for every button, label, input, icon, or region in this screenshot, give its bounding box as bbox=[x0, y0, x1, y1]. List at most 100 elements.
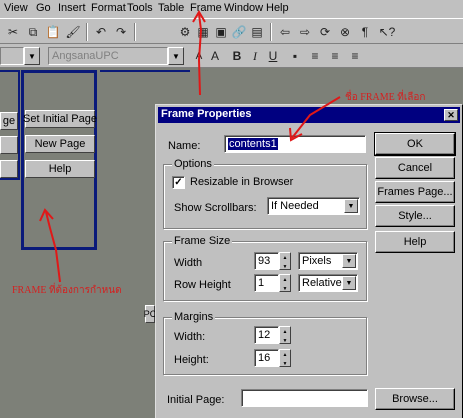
row-height-unit-value: Relative bbox=[302, 277, 342, 289]
align-center-icon[interactable]: ≡ bbox=[326, 47, 344, 65]
spin-down-icon[interactable]: ▼ bbox=[280, 262, 290, 271]
frame-name-input[interactable]: contents1 bbox=[224, 135, 366, 153]
toolbar-separator bbox=[86, 23, 88, 41]
toolbar-separator bbox=[134, 23, 136, 41]
dialog-title: Frame Properties bbox=[158, 107, 460, 123]
cancel-button[interactable]: Cancel bbox=[375, 157, 455, 179]
menu-window[interactable]: Window bbox=[224, 2, 263, 14]
frame-size-group: Frame Size bbox=[163, 235, 367, 301]
italic-button[interactable]: I bbox=[246, 47, 264, 65]
width-unit-value: Pixels bbox=[302, 255, 332, 267]
cut-icon[interactable]: ✂ bbox=[4, 23, 22, 41]
menu-insert[interactable]: Insert bbox=[58, 2, 86, 14]
help-frame-button[interactable]: Help bbox=[25, 160, 95, 178]
chevron-down-icon[interactable]: ▼ bbox=[342, 254, 356, 268]
menu-format[interactable]: Format bbox=[91, 2, 126, 14]
width-input[interactable]: 93 bbox=[254, 252, 279, 270]
grid-icon[interactable]: ▤ bbox=[248, 23, 266, 41]
stop-icon[interactable]: ⊗ bbox=[336, 23, 354, 41]
partial-frame-button[interactable] bbox=[0, 160, 18, 178]
spin-down-icon[interactable]: ▼ bbox=[280, 359, 290, 368]
refresh-icon[interactable]: ⟳ bbox=[316, 23, 334, 41]
style-dropdown[interactable] bbox=[0, 47, 24, 65]
redo-icon[interactable]: ↷ bbox=[112, 23, 130, 41]
margin-height-label: Height: bbox=[174, 354, 209, 366]
frame-size-group-title: Frame Size bbox=[172, 235, 233, 247]
set-initial-page-button[interactable]: Set Initial Page bbox=[23, 110, 97, 128]
width-unit-select[interactable]: Pixels ▼ bbox=[298, 252, 358, 270]
initial-page-label: Initial Page: bbox=[167, 394, 225, 406]
hyperlink-icon[interactable]: 🔗 bbox=[230, 23, 248, 41]
margin-height-input[interactable]: 16 bbox=[254, 349, 279, 367]
help-pointer-icon[interactable]: ↖? bbox=[378, 23, 396, 41]
resizable-checkbox[interactable]: ✓ bbox=[172, 176, 185, 189]
paragraph-icon[interactable]: ¶ bbox=[356, 23, 374, 41]
chevron-down-icon[interactable]: ▼ bbox=[168, 47, 184, 65]
browse-button[interactable]: Browse... bbox=[375, 388, 455, 410]
bold-button[interactable]: B bbox=[228, 47, 246, 65]
resizable-label: Resizable in Browser bbox=[190, 176, 294, 188]
paste-icon[interactable]: 📋 bbox=[44, 23, 62, 41]
menu-frame[interactable]: Frame bbox=[190, 2, 222, 14]
spin-down-icon[interactable]: ▼ bbox=[280, 336, 290, 345]
margin-width-label: Width: bbox=[174, 331, 206, 343]
width-label: Width bbox=[174, 257, 203, 269]
spin-down-icon[interactable]: ▼ bbox=[280, 284, 290, 293]
menu-bar: View Go Insert Format Tools Table Frame … bbox=[0, 0, 463, 18]
margin-width-spinner[interactable]: ▲ ▼ bbox=[279, 326, 291, 344]
width-spinner[interactable]: ▲ ▼ bbox=[279, 252, 291, 270]
align-right-icon[interactable]: ≡ bbox=[346, 47, 364, 65]
font-color-icon[interactable]: ▪ bbox=[286, 47, 304, 65]
back-arrow-icon[interactable]: ⇦ bbox=[276, 23, 294, 41]
menu-tools[interactable]: Tools bbox=[127, 2, 153, 14]
margin-height-spinner[interactable]: ▲ ▼ bbox=[279, 349, 291, 367]
spin-up-icon[interactable]: ▲ bbox=[280, 350, 290, 359]
menu-view[interactable]: View bbox=[4, 2, 28, 14]
frame-target-annotation: FRAME ที่ต้องการกำหนด bbox=[12, 285, 122, 296]
forward-arrow-icon[interactable]: ⇨ bbox=[296, 23, 314, 41]
menu-go[interactable]: Go bbox=[36, 2, 51, 14]
increase-font-icon[interactable]: A bbox=[206, 47, 224, 65]
format-painter-icon[interactable]: 🖌 bbox=[64, 23, 82, 41]
margin-width-input[interactable]: 12 bbox=[254, 326, 279, 344]
format-toolbar: ▼ AngsanaUPC ▼ A A B I U ▪ ≡ ≡ ≡ bbox=[0, 44, 463, 68]
chevron-down-icon[interactable]: ▼ bbox=[344, 199, 358, 213]
copy-icon[interactable]: ⧉ bbox=[24, 23, 42, 41]
style-button[interactable]: Style... bbox=[375, 205, 455, 227]
insert-component-icon[interactable]: ⚙ bbox=[176, 23, 194, 41]
underline-button[interactable]: U bbox=[264, 47, 282, 65]
partial-frame-button[interactable]: PC bbox=[144, 305, 156, 323]
partial-frame-button[interactable]: ge bbox=[0, 112, 18, 130]
insert-image-icon[interactable]: ▣ bbox=[212, 23, 230, 41]
help-button[interactable]: Help bbox=[375, 231, 455, 253]
frame-name-value: contents1 bbox=[227, 137, 279, 151]
initial-page-input[interactable] bbox=[241, 389, 368, 407]
options-group-title: Options bbox=[172, 158, 214, 170]
spin-up-icon[interactable]: ▲ bbox=[280, 327, 290, 336]
new-page-button[interactable]: New Page bbox=[25, 135, 95, 153]
insert-table-icon[interactable]: ▦ bbox=[194, 23, 212, 41]
row-height-spinner[interactable]: ▲ ▼ bbox=[279, 274, 291, 292]
ok-button[interactable]: OK bbox=[374, 132, 456, 156]
scrollbars-value: If Needed bbox=[271, 200, 319, 212]
standard-toolbar: ✂ ⧉ 📋 🖌 ↶ ↷ ⚙ ▦ ▣ 🔗 ▤ ⇦ ⇨ ⟳ ⊗ ¶ ↖? bbox=[0, 18, 463, 44]
margins-group-title: Margins bbox=[172, 311, 216, 323]
menu-table[interactable]: Table bbox=[158, 2, 184, 14]
spin-up-icon[interactable]: ▲ bbox=[280, 275, 290, 284]
partial-frame-button[interactable] bbox=[0, 136, 18, 154]
font-dropdown[interactable]: AngsanaUPC bbox=[48, 47, 168, 65]
chevron-down-icon[interactable]: ▼ bbox=[24, 47, 40, 65]
toolbar-separator bbox=[270, 23, 272, 41]
spin-up-icon[interactable]: ▲ bbox=[280, 253, 290, 262]
menu-help[interactable]: Help bbox=[266, 2, 289, 14]
row-height-input[interactable]: 1 bbox=[254, 274, 279, 292]
scrollbars-select[interactable]: If Needed ▼ bbox=[267, 197, 360, 215]
frame-properties-dialog: Frame Properties ✕ Name: contents1 OK Ca… bbox=[155, 104, 463, 418]
close-icon[interactable]: ✕ bbox=[444, 109, 458, 121]
undo-icon[interactable]: ↶ bbox=[92, 23, 110, 41]
frames-page-button[interactable]: Frames Page... bbox=[375, 181, 455, 203]
frame-name-annotation: ชื่อ FRAME ที่เลือก bbox=[345, 92, 426, 103]
chevron-down-icon[interactable]: ▼ bbox=[342, 276, 356, 290]
row-height-unit-select[interactable]: Relative ▼ bbox=[298, 274, 358, 292]
align-left-icon[interactable]: ≡ bbox=[306, 47, 324, 65]
